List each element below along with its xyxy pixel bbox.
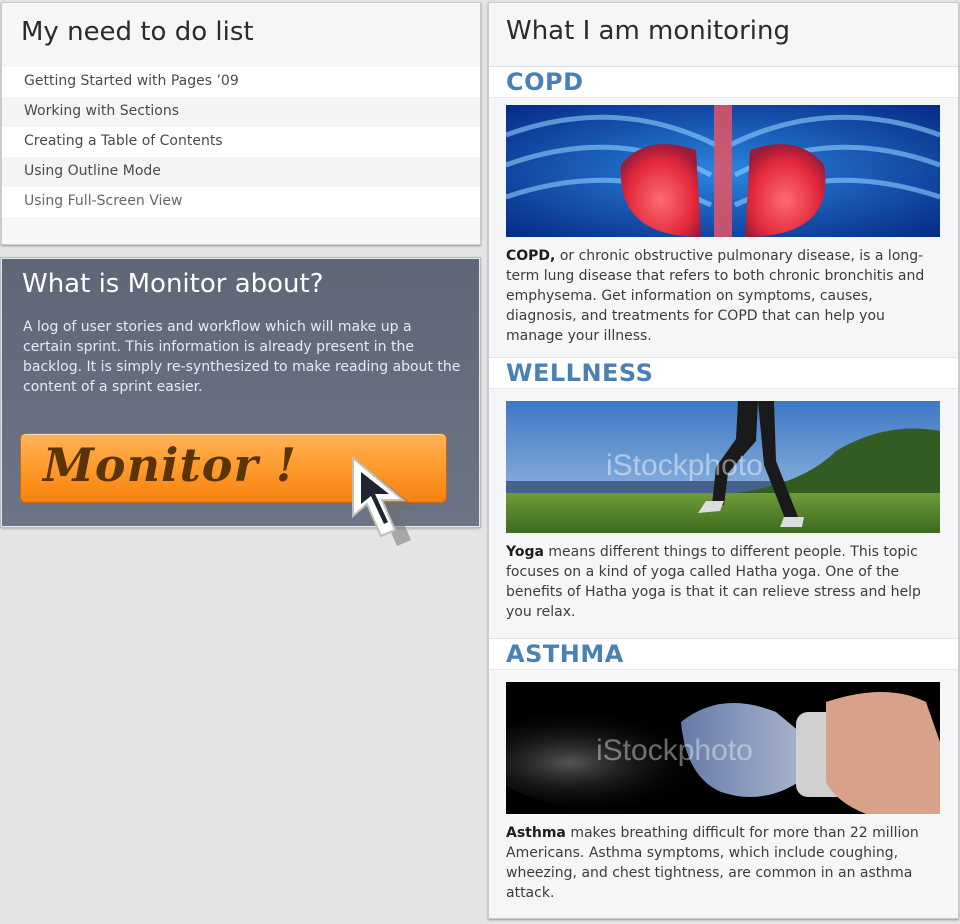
section-text-wellness: Yoga means different things to different…: [506, 542, 942, 622]
section-body-wellness: means different things to different peop…: [506, 544, 921, 620]
section-text-copd: COPD, or chronic obstructive pulmonary d…: [506, 246, 942, 346]
section-body-asthma: makes breathing difficult for more than …: [506, 825, 919, 901]
todo-title: My need to do list: [21, 17, 254, 47]
about-panel: What is Monitor about? A log of user sto…: [1, 258, 480, 546]
section-body-copd: or chronic obstructive pulmonary disease…: [506, 248, 925, 344]
todo-panel: My need to do list Getting Started with …: [1, 2, 481, 245]
monitoring-panel: What I am monitoring COPD COPD, or chron…: [488, 2, 959, 919]
section-lead-wellness: Yoga: [506, 544, 544, 560]
section-heading-copd[interactable]: COPD: [489, 67, 958, 98]
section-heading-wellness[interactable]: WELLNESS: [489, 358, 958, 389]
todo-item-working-with-sections[interactable]: Working with Sections: [2, 97, 480, 127]
todo-list: Getting Started with Pages ’09 Working w…: [2, 67, 480, 217]
todo-item-full-screen-view[interactable]: Using Full-Screen View: [2, 187, 480, 217]
todo-item-table-of-contents[interactable]: Creating a Table of Contents: [2, 127, 480, 157]
inhaler-image: iStockphoto: [506, 682, 940, 814]
section-lead-copd: COPD,: [506, 248, 556, 264]
monitoring-title: What I am monitoring: [489, 3, 958, 67]
about-title: What is Monitor about?: [22, 269, 324, 299]
watermark-runner: iStockphoto: [606, 449, 763, 482]
runner-image: iStockphoto: [506, 401, 940, 533]
watermark-inhaler: iStockphoto: [596, 734, 753, 767]
section-text-asthma: Asthma makes breathing difficult for mor…: [506, 823, 942, 903]
monitor-button-label: Monitor !: [43, 438, 297, 492]
todo-item-outline-mode[interactable]: Using Outline Mode: [2, 157, 480, 187]
section-heading-asthma[interactable]: ASTHMA: [489, 639, 958, 670]
section-lead-asthma: Asthma: [506, 825, 566, 841]
section-wellness: WELLNESS iStockphoto Yoga means differen…: [489, 357, 958, 622]
about-description: A log of user stories and workflow which…: [23, 319, 461, 395]
section-copd: COPD COPD, or chronic obstructive pulmon…: [489, 67, 958, 346]
lungs-image: [506, 105, 940, 237]
pointer-cursor-icon: [352, 455, 419, 546]
todo-item-getting-started[interactable]: Getting Started with Pages ’09: [2, 67, 480, 97]
section-asthma: ASTHMA iStockphoto Asthma makes breathin…: [489, 638, 958, 903]
